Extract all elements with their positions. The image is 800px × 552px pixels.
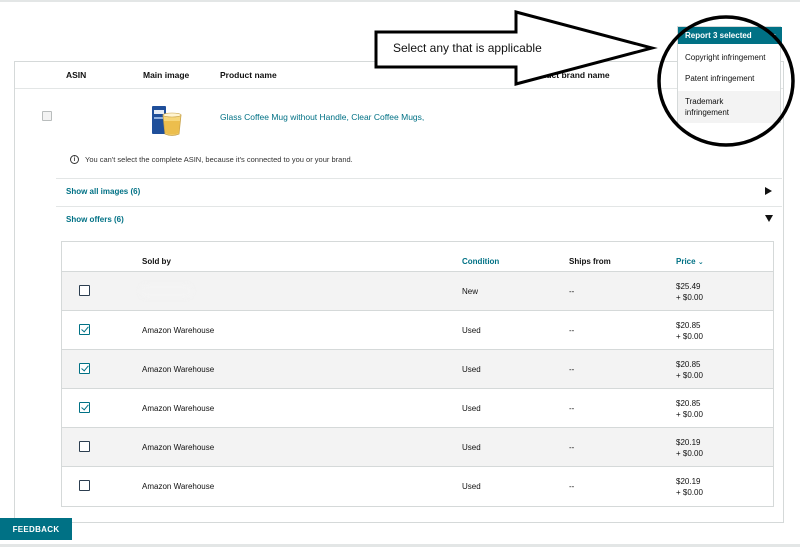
column-asin: ASIN: [66, 70, 87, 80]
show-offers-link[interactable]: Show offers (6): [66, 215, 124, 224]
report-dropdown: Report 3 selected ▼ Copyright infringeme…: [677, 26, 782, 123]
row-sold-by: Amazon Warehouse: [142, 326, 215, 335]
row-price: $20.19 + $0.00: [676, 476, 703, 498]
row-price-value: $20.85: [676, 360, 701, 369]
row-checkbox[interactable]: [79, 480, 90, 491]
row-shipping-value: + $0.00: [676, 293, 703, 302]
row-price: $25.49 + $0.00: [676, 281, 703, 303]
row-price: $20.85 + $0.00: [676, 359, 703, 381]
show-all-images-link[interactable]: Show all images (6): [66, 187, 140, 196]
row-condition: Used: [462, 443, 481, 452]
row-price-value: $25.49: [676, 282, 701, 291]
expand-right-icon[interactable]: [765, 187, 772, 195]
row-price-value: $20.19: [676, 477, 701, 486]
info-icon: i: [70, 155, 79, 164]
row-shipping-value: + $0.00: [676, 371, 703, 380]
top-rule: [0, 0, 800, 2]
row-checkbox[interactable]: [79, 285, 90, 296]
row-ships-from: --: [569, 287, 575, 296]
row-price-value: $20.85: [676, 399, 701, 408]
row-sold-by: Amazon Warehouse: [142, 365, 215, 374]
row-ships-from: --: [569, 443, 575, 452]
row-checkbox-checked[interactable]: [79, 402, 90, 413]
row-shipping-value: + $0.00: [676, 488, 703, 497]
bottom-rule: [0, 544, 800, 547]
divider-images: [56, 178, 782, 179]
row-checkbox-checked[interactable]: [79, 363, 90, 374]
table-row: Amazon Warehouse Used -- $20.85 + $0.00: [62, 310, 773, 349]
report-selected-button[interactable]: Report 3 selected ▼: [678, 27, 782, 44]
chevron-down-icon: ⌄: [697, 259, 704, 266]
header-price-label: Price: [676, 257, 696, 266]
divider-offers: [56, 206, 782, 207]
row-condition: Used: [462, 365, 481, 374]
row-condition: Used: [462, 326, 481, 335]
header-divider: [15, 88, 783, 89]
row-price-value: $20.19: [676, 438, 701, 447]
product-name-link[interactable]: Glass Coffee Mug without Handle, Clear C…: [220, 112, 424, 122]
row-ships-from: --: [569, 404, 575, 413]
asin-checkbox-disabled: [42, 111, 52, 121]
report-button-label: Report 3 selected: [685, 31, 752, 40]
row-sold-by: Amazon Warehouse: [142, 404, 215, 413]
header-condition[interactable]: Condition: [462, 257, 499, 266]
row-price: $20.19 + $0.00: [676, 437, 703, 459]
header-sold-by: Sold by: [142, 257, 171, 266]
row-price: $20.85 + $0.00: [676, 320, 703, 342]
row-shipping-value: + $0.00: [676, 332, 703, 341]
option-copyright-infringement[interactable]: Copyright infringement: [685, 53, 765, 62]
row-price-value: $20.85: [676, 321, 701, 330]
table-row: Amazon Warehouse Used -- $20.19 + $0.00: [62, 466, 773, 505]
row-condition: New: [462, 287, 479, 296]
row-shipping-value: + $0.00: [676, 410, 703, 419]
row-shipping-value: + $0.00: [676, 449, 703, 458]
collapse-down-icon[interactable]: [765, 215, 773, 222]
row-ships-from: --: [569, 365, 575, 374]
row-sold-by: Amazon Warehouse: [142, 443, 215, 452]
table-row: Amazon Warehouse Used -- $20.19 + $0.00: [62, 427, 773, 466]
row-checkbox-checked[interactable]: [79, 324, 90, 335]
header-ships-from: Ships from: [569, 257, 611, 266]
table-row: New -- $25.49 + $0.00: [62, 271, 773, 310]
caret-down-icon: ▼: [770, 33, 777, 40]
row-checkbox[interactable]: [79, 441, 90, 452]
row-condition: Used: [462, 482, 481, 491]
table-row: Amazon Warehouse Used -- $20.85 + $0.00: [62, 388, 773, 427]
option-patent-infringement[interactable]: Patent infringement: [685, 74, 754, 83]
asin-info-text: You can't select the complete ASIN, beca…: [85, 155, 353, 164]
table-row: Amazon Warehouse Used -- $20.85 + $0.00: [62, 349, 773, 388]
row-sold-by: Amazon Warehouse: [142, 482, 215, 491]
column-brand-name: Product brand name: [527, 70, 610, 80]
offers-table: Sold by Condition Ships from Price ⌄ New…: [61, 241, 774, 507]
annotation-text: Select any that is applicable: [393, 41, 542, 55]
asin-info-message: i You can't select the complete ASIN, be…: [70, 155, 353, 164]
column-product-name: Product name: [220, 70, 277, 80]
row-price: $20.85 + $0.00: [676, 398, 703, 420]
option-trademark-row[interactable]: Trademark infringement: [678, 91, 780, 123]
row-condition: Used: [462, 404, 481, 413]
product-thumbnail: [152, 106, 182, 136]
column-main-image: Main image: [143, 70, 190, 80]
seller-name-redacted: [140, 284, 192, 298]
row-ships-from: --: [569, 326, 575, 335]
row-ships-from: --: [569, 482, 575, 491]
feedback-button[interactable]: FEEDBACK: [0, 518, 72, 540]
header-price-sort[interactable]: Price ⌄: [676, 257, 704, 266]
option-trademark-infringement[interactable]: Trademark infringement: [685, 96, 745, 118]
